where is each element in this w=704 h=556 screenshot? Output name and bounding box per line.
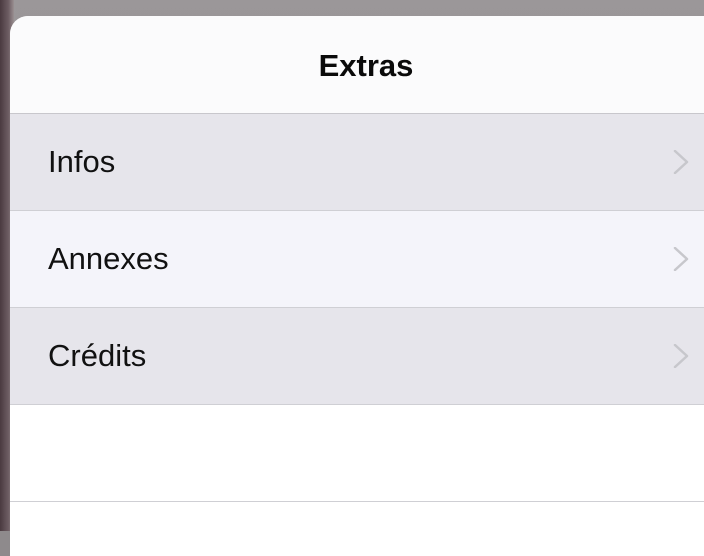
- extras-popover: Extras Infos Annexes Crédits: [10, 16, 704, 556]
- popover-nav-bar: Extras: [10, 16, 704, 114]
- menu-item-label: Crédits: [48, 338, 147, 373]
- menu-item-label: Infos: [48, 144, 116, 179]
- menu-item-credits[interactable]: Crédits: [10, 308, 704, 405]
- popover-title: Extras: [318, 48, 414, 83]
- chevron-right-icon: [673, 150, 689, 174]
- chevron-right-icon: [673, 247, 689, 271]
- chevron-right-icon: [673, 344, 689, 368]
- menu-item-infos[interactable]: Infos: [10, 114, 704, 211]
- menu-item-annexes[interactable]: Annexes: [10, 211, 704, 308]
- menu-item-label: Annexes: [48, 241, 169, 276]
- empty-row: [10, 405, 704, 502]
- extras-menu-list: Infos Annexes Crédits: [10, 114, 704, 502]
